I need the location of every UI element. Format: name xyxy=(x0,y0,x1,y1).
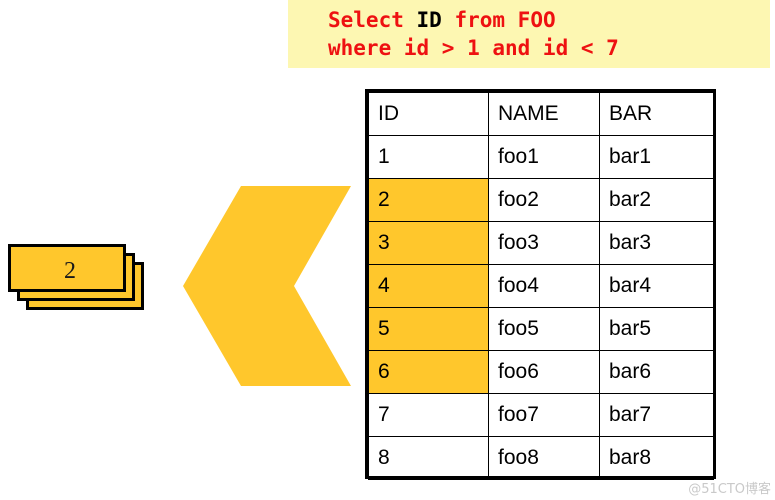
table-row: 1 foo1 bar1 xyxy=(368,135,714,179)
cell-bar: bar6 xyxy=(599,350,714,394)
cell-name: foo5 xyxy=(488,307,600,351)
table-row: 8 foo8 bar8 xyxy=(368,436,714,480)
cell-name: foo2 xyxy=(488,178,600,222)
watermark-label: @51CTO博客 xyxy=(688,482,771,497)
table-row: 3 foo3 bar3 xyxy=(368,221,714,265)
cell-bar: bar7 xyxy=(599,393,714,437)
table-header: ID NAME BAR xyxy=(368,92,714,136)
cell-name: foo3 xyxy=(488,221,600,265)
sql-query-line-1: Select ID from FOO xyxy=(288,6,770,34)
column-header-name: NAME xyxy=(488,92,600,136)
table-row: 5 foo5 bar5 xyxy=(368,307,714,351)
result-table: ID NAME BAR 1 foo1 bar1 2 foo2 bar2 3 foo3 bar3 4… xyxy=(368,92,714,480)
cell-bar: bar8 xyxy=(599,436,714,480)
cell-id: 8 xyxy=(368,436,489,480)
cell-bar: bar4 xyxy=(599,264,714,308)
cell-bar: bar5 xyxy=(599,307,714,351)
result-card-value: 2 xyxy=(64,257,76,284)
table-row: 7 foo7 bar7 xyxy=(368,393,714,437)
sql-query-line-2: where id > 1 and id < 7 xyxy=(328,36,619,60)
table-header-row: ID NAME BAR xyxy=(368,92,714,136)
arrow-shape xyxy=(183,186,351,386)
cell-name: foo6 xyxy=(488,350,600,394)
cell-id: 6 xyxy=(368,350,489,394)
result-card-front: 2 xyxy=(8,244,126,292)
cell-id: 2 xyxy=(368,178,489,222)
cell-id: 5 xyxy=(368,307,489,351)
table-body: 1 foo1 bar1 2 foo2 bar2 3 foo3 bar3 4 foo4 bar4 5 foo… xyxy=(368,135,714,480)
table-row: 2 foo2 bar2 xyxy=(368,178,714,222)
result-card-stack: 2 xyxy=(8,244,153,316)
sql-from-clause: from FOO xyxy=(441,8,556,32)
table-row: 4 foo4 bar4 xyxy=(368,264,714,308)
left-chevron-arrow-icon xyxy=(183,186,351,386)
cell-bar: bar1 xyxy=(599,135,714,179)
cell-id: 7 xyxy=(368,393,489,437)
column-header-id: ID xyxy=(368,92,489,136)
sql-query-box: Select ID from FOO where id > 1 and id <… xyxy=(288,0,770,68)
table-row: 6 foo6 bar6 xyxy=(368,350,714,394)
cell-id: 3 xyxy=(368,221,489,265)
cell-id: 4 xyxy=(368,264,489,308)
cell-name: foo1 xyxy=(488,135,600,179)
cell-id: 1 xyxy=(368,135,489,179)
cell-bar: bar3 xyxy=(599,221,714,265)
sql-select-keyword: Select xyxy=(328,8,417,32)
cell-name: foo8 xyxy=(488,436,600,480)
sql-column-id: ID xyxy=(416,8,442,32)
cell-name: foo7 xyxy=(488,393,600,437)
cell-name: foo4 xyxy=(488,264,600,308)
cell-bar: bar2 xyxy=(599,178,714,222)
column-header-bar: BAR xyxy=(599,92,714,136)
